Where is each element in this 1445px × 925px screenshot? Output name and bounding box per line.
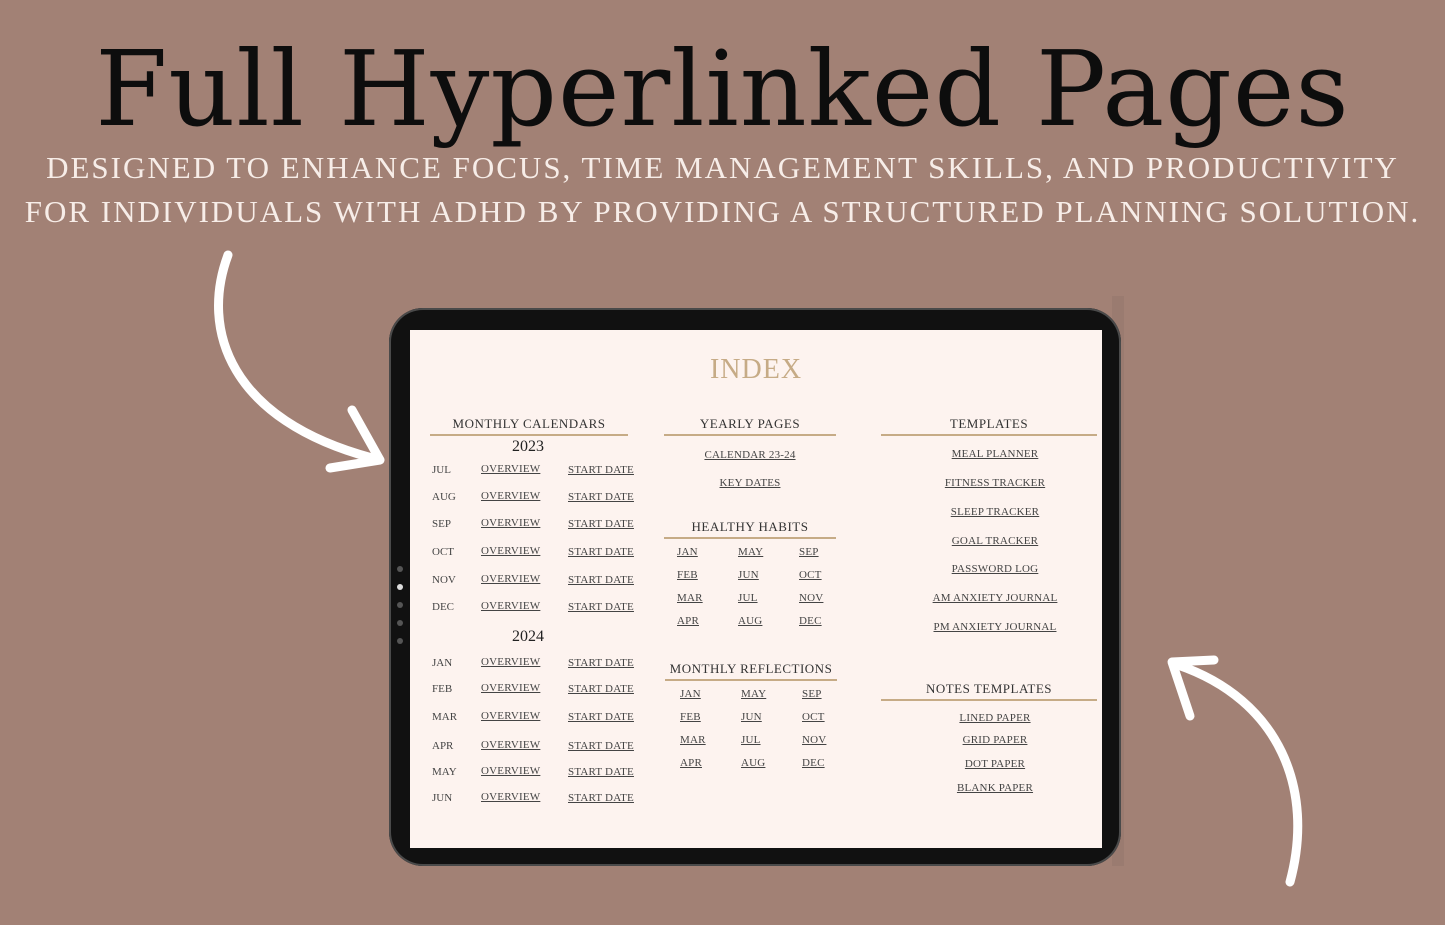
headline: Full Hyperlinked Pages [95,28,1350,150]
overview-link[interactable]: OVERVIEW [481,791,540,803]
start-date-link[interactable]: START DATE [568,574,634,586]
habits-month-link[interactable]: APR [677,615,699,627]
overview-link[interactable]: OVERVIEW [481,739,540,751]
habits-month-link[interactable]: AUG [738,615,762,627]
habits-month-link[interactable]: FEB [677,569,698,581]
subtitle-line-2: FOR INDIVIDUALS WITH ADHD BY PROVIDING A… [24,194,1421,229]
start-date-link[interactable]: START DATE [568,518,634,530]
planner-screen: INDEX MONTHLY CALENDARS 2023 2024 JUL OVE… [410,330,1102,848]
habits-month-link[interactable]: MAR [677,592,703,604]
month-label: OCT [432,546,454,558]
month-label: JUL [432,464,451,476]
month-label: MAR [432,711,458,723]
right-arrowhead-icon [1167,655,1219,721]
reflections-month-link[interactable]: JUL [741,734,761,746]
overview-link[interactable]: OVERVIEW [481,573,540,585]
habits-month-link[interactable]: JUL [738,592,758,604]
start-date-link[interactable]: START DATE [568,601,634,613]
reflections-month-link[interactable]: AUG [741,757,765,769]
template-link[interactable]: AM ANXIETY JOURNAL [895,592,1095,604]
reflections-month-link[interactable]: SEP [802,688,822,700]
overview-link[interactable]: OVERVIEW [481,682,540,694]
reflections-month-link[interactable]: FEB [680,711,701,723]
template-link[interactable]: FITNESS TRACKER [895,477,1095,489]
template-link[interactable]: SLEEP TRACKER [895,506,1095,518]
start-date-link[interactable]: START DATE [568,683,634,695]
overview-link[interactable]: OVERVIEW [481,600,540,612]
habits-month-link[interactable]: JUN [738,569,759,581]
monthly-reflections-title: MONTHLY REFLECTIONS [665,661,837,681]
monthly-calendars-title: MONTHLY CALENDARS [430,416,628,436]
overview-link[interactable]: OVERVIEW [481,463,540,475]
habits-month-link[interactable]: JAN [677,546,698,558]
overview-link[interactable]: OVERVIEW [481,710,540,722]
month-label: APR [432,740,454,752]
month-label: FEB [432,683,453,695]
reflections-month-link[interactable]: JAN [680,688,701,700]
habits-month-link[interactable]: NOV [799,592,823,604]
page-dot-active [397,584,403,590]
habits-month-link[interactable]: DEC [799,615,822,627]
habits-month-link[interactable]: SEP [799,546,819,558]
page-dot [397,638,403,644]
month-label: AUG [432,491,456,503]
yearly-pages-title: YEARLY PAGES [664,416,836,436]
template-link[interactable]: MEAL PLANNER [895,448,1095,460]
reflections-month-link[interactable]: DEC [802,757,825,769]
templates-title: TEMPLATES [881,416,1097,436]
start-date-link[interactable]: START DATE [568,740,634,752]
start-date-link[interactable]: START DATE [568,491,634,503]
reflections-month-link[interactable]: MAY [741,688,766,700]
overview-link[interactable]: OVERVIEW [481,765,540,777]
overview-link[interactable]: OVERVIEW [481,490,540,502]
notes-template-link[interactable]: GRID PAPER [895,734,1095,746]
left-arrow-icon [214,250,377,463]
notes-template-link[interactable]: BLANK PAPER [895,782,1095,794]
healthy-habits-title: HEALTHY HABITS [664,519,836,539]
template-link[interactable]: PASSWORD LOG [895,563,1095,575]
month-label: JAN [432,657,453,669]
habits-month-link[interactable]: OCT [799,569,822,581]
start-date-link[interactable]: START DATE [568,546,634,558]
template-link[interactable]: GOAL TRACKER [895,535,1095,547]
reflections-month-link[interactable]: JUN [741,711,762,723]
reflections-month-link[interactable]: APR [680,757,702,769]
month-label: DEC [432,601,454,613]
page-dot [397,620,403,626]
month-label: MAY [432,766,457,778]
left-arrowhead-icon [325,405,385,473]
page-dot [397,602,403,608]
year-2023-label: 2023 [512,438,544,455]
notes-template-link[interactable]: LINED PAPER [895,712,1095,724]
year-2024-label: 2024 [512,628,544,645]
month-label: SEP [432,518,451,530]
habits-month-link[interactable]: MAY [738,546,763,558]
index-title: INDEX [709,354,803,385]
right-arrow-icon [1173,660,1303,887]
subtitle-line-1: DESIGNED TO ENHANCE FOCUS, TIME MANAGEME… [46,150,1399,185]
start-date-link[interactable]: START DATE [568,657,634,669]
month-label: JUN [432,792,453,804]
notes-templates-title: NOTES TEMPLATES [881,681,1097,701]
reflections-month-link[interactable]: MAR [680,734,706,746]
notes-template-link[interactable]: DOT PAPER [895,758,1095,770]
page-dot [397,566,403,572]
overview-link[interactable]: OVERVIEW [481,656,540,668]
start-date-link[interactable]: START DATE [568,464,634,476]
overview-link[interactable]: OVERVIEW [481,517,540,529]
key-dates-link[interactable]: KEY DATES [664,477,836,489]
calendar-23-24-link[interactable]: CALENDAR 23-24 [664,449,836,461]
start-date-link[interactable]: START DATE [568,792,634,804]
page-indicator [397,566,403,656]
reflections-month-link[interactable]: OCT [802,711,825,723]
reflections-month-link[interactable]: NOV [802,734,826,746]
overview-link[interactable]: OVERVIEW [481,545,540,557]
template-link[interactable]: PM ANXIETY JOURNAL [895,621,1095,633]
start-date-link[interactable]: START DATE [568,711,634,723]
month-label: NOV [432,574,456,586]
start-date-link[interactable]: START DATE [568,766,634,778]
